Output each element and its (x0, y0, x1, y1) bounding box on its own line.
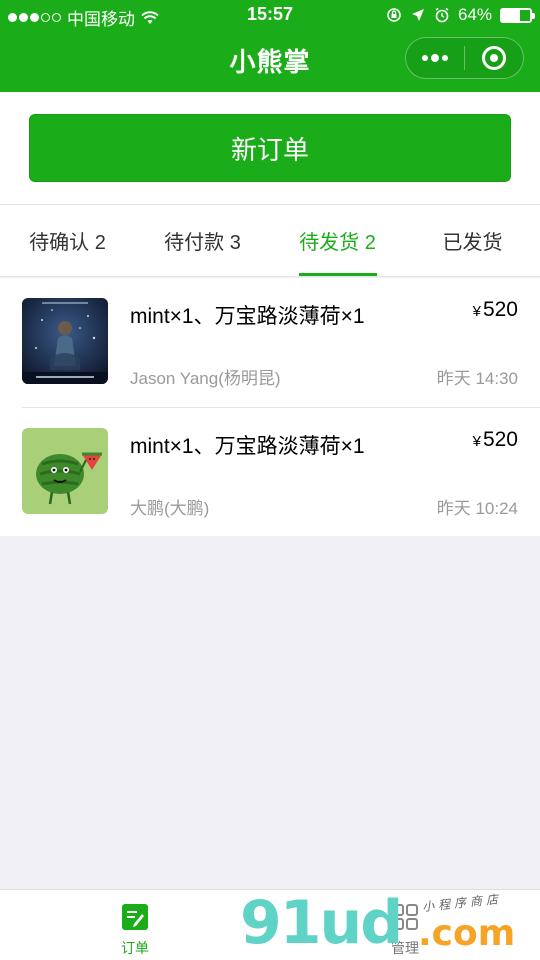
price-value: 520 (482, 428, 518, 451)
order-status-tabs: 待确认 2 待付款 3 待发货 2 已发货 (0, 204, 540, 277)
order-price: ¥520 (473, 428, 518, 452)
price-value: 520 (482, 298, 518, 321)
order-time: 昨天 10:24 (436, 499, 518, 518)
watermelon-cartoon-image (22, 428, 108, 514)
status-bar: 中国移动 15:57 64% (0, 0, 540, 30)
bottom-tab-bar: 订单 管理 (0, 889, 540, 960)
grid-manage-icon (392, 904, 418, 930)
bottom-tab-label: 管理 (391, 940, 419, 956)
tab-pending-confirm[interactable]: 待确认 2 (0, 205, 135, 276)
list-item[interactable]: mint×1、万宝路淡薄荷×1 ¥520 大鹏(大鹏) 昨天 10:24 (22, 407, 540, 536)
battery-percent: 64% (457, 5, 492, 24)
more-button[interactable] (406, 38, 464, 78)
order-time: 昨天 14:30 (436, 369, 518, 388)
order-title: mint×1、万宝路淡薄荷×1 (130, 305, 365, 328)
order-price: ¥520 (473, 298, 518, 322)
currency-symbol: ¥ (472, 303, 481, 320)
battery-icon (500, 7, 535, 23)
alarm-icon (435, 7, 449, 23)
buyer-name: 大鹏(大鹏) (130, 499, 210, 518)
status-right: 64% (386, 5, 535, 25)
battery-level (502, 9, 520, 21)
order-edit-icon (122, 904, 148, 930)
album-cover-image (22, 298, 108, 384)
more-dots-icon (422, 54, 448, 62)
buyer-name: Jason Yang(杨明昆) (130, 369, 281, 388)
target-icon (482, 46, 506, 70)
mini-program-capsule (405, 37, 524, 79)
order-title: mint×1、万宝路淡薄荷×1 (130, 435, 365, 458)
tab-pending-payment[interactable]: 待付款 3 (135, 205, 270, 276)
location-arrow-icon (411, 9, 424, 21)
new-order-section: 新订单 (0, 92, 540, 204)
new-order-button[interactable]: 新订单 (29, 114, 511, 182)
bottom-tab-manage[interactable]: 管理 (270, 890, 540, 960)
currency-symbol: ¥ (472, 433, 481, 450)
list-item[interactable]: mint×1、万宝路淡薄荷×1 ¥520 Jason Yang(杨明昆) 昨天 … (0, 278, 540, 407)
bottom-tab-orders[interactable]: 订单 (0, 890, 270, 960)
bottom-tab-label: 订单 (121, 940, 149, 956)
nav-bar: 中国移动 15:57 64% 小熊掌 (0, 0, 540, 92)
tab-shipped[interactable]: 已发货 (405, 205, 540, 276)
order-list: mint×1、万宝路淡薄荷×1 ¥520 Jason Yang(杨明昆) 昨天 … (0, 278, 540, 536)
rotation-lock-icon (387, 8, 401, 22)
tab-pending-shipment[interactable]: 待发货 2 (270, 205, 405, 276)
close-button[interactable] (465, 38, 523, 78)
